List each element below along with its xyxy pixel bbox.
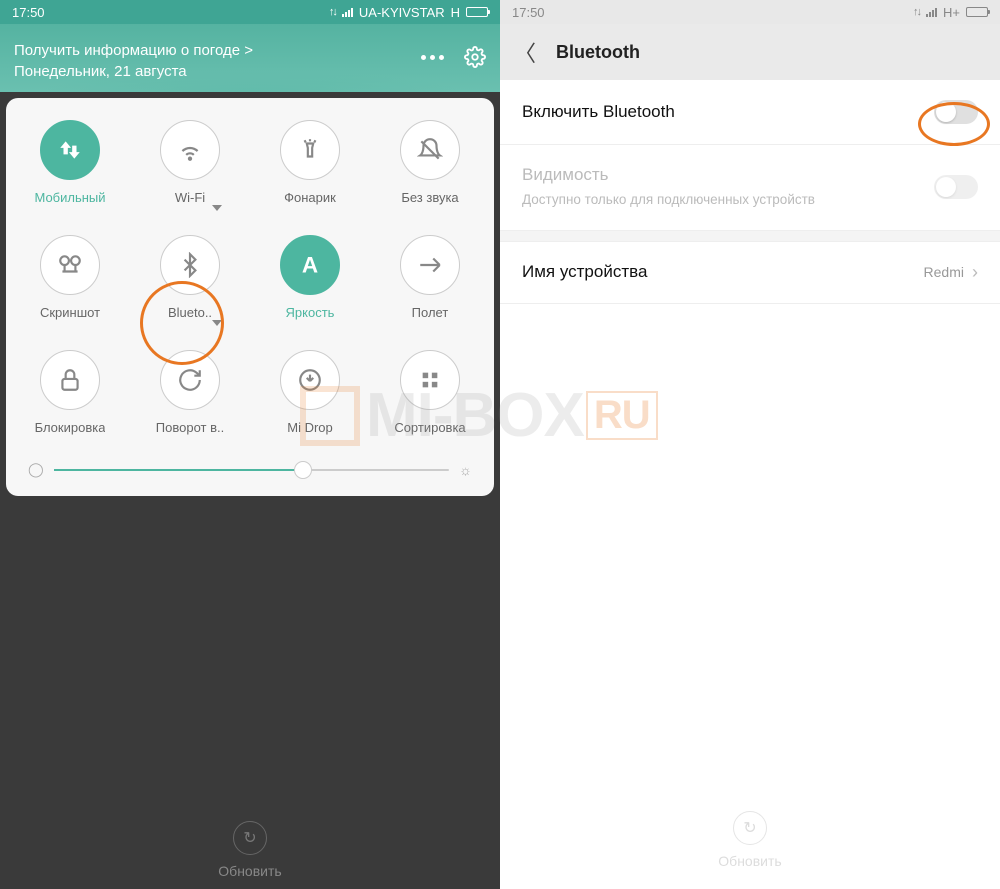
row-device-name[interactable]: Имя устройства Redmi › <box>500 242 1000 304</box>
qs-tile-data[interactable]: Мобильный <box>10 108 130 217</box>
qs-tile-label: Скриншот <box>40 305 100 320</box>
status-bar: 17:50 ↑↓ UA-KYIVSTAR H <box>0 0 500 24</box>
rotate-icon <box>160 350 220 410</box>
row-label: Видимость <box>522 165 922 185</box>
signal-icon <box>342 8 353 17</box>
more-icon[interactable] <box>421 55 444 60</box>
qs-tile-flashlight[interactable]: Фонарик <box>250 108 370 217</box>
qs-tile-grid[interactable]: Сортировка <box>370 338 490 447</box>
qs-tile-label: Поворот в.. <box>156 420 224 435</box>
row-enable-bluetooth[interactable]: Включить Bluetooth <box>500 80 1000 145</box>
qs-panel: Мобильный Wi-Fi Фонарик Без звука Скриншот Bl… <box>6 98 494 496</box>
status-time: 17:50 <box>12 5 45 20</box>
status-time: 17:50 <box>512 5 545 20</box>
refresh-icon[interactable]: ↻ <box>233 821 267 855</box>
status-bar: 17:50 ↑↓ H+ <box>500 0 1000 24</box>
qs-tile-label: Яркость <box>286 305 335 320</box>
qs-tile-label: Сортировка <box>394 420 465 435</box>
qs-tile-label: Полет <box>412 305 449 320</box>
qs-tile-brightness-a[interactable]: A Яркость <box>250 223 370 332</box>
row-value: Redmi <box>924 264 964 280</box>
refresh-label: Обновить <box>218 863 281 879</box>
brightness-slider[interactable]: ◯ ☼ <box>10 447 490 482</box>
svg-text:A: A <box>302 253 318 278</box>
visibility-toggle <box>934 175 978 199</box>
qs-tile-screenshot[interactable]: Скриншот <box>10 223 130 332</box>
signal-icon <box>926 8 937 17</box>
notification-area: ↻ Обновить <box>0 502 500 889</box>
brightness-high-icon: ☼ <box>459 462 472 478</box>
battery-icon <box>466 7 488 17</box>
qs-tile-lock[interactable]: Блокировка <box>10 338 130 447</box>
row-visibility: Видимость Доступно только для подключенн… <box>500 145 1000 230</box>
flashlight-icon <box>280 120 340 180</box>
refresh-section: ↻ Обновить <box>500 791 1000 889</box>
qs-tile-label: Мобильный <box>34 190 105 205</box>
weather-link[interactable]: Получить информацию о погоде > <box>14 42 421 59</box>
refresh-label: Обновить <box>718 853 781 869</box>
row-label: Включить Bluetooth <box>522 102 675 122</box>
battery-icon <box>966 7 988 17</box>
qs-header: Получить информацию о погоде > Понедельн… <box>0 24 500 92</box>
data-icon <box>40 120 100 180</box>
row-desc: Доступно только для подключенных устройс… <box>522 191 922 210</box>
qs-tile-wifi[interactable]: Wi-Fi <box>130 108 250 217</box>
qs-tile-label: Mi Drop <box>287 420 333 435</box>
brightness-a-icon: A <box>280 235 340 295</box>
qs-tile-midrop[interactable]: Mi Drop <box>250 338 370 447</box>
midrop-icon <box>280 350 340 410</box>
bluetooth-toggle[interactable] <box>934 100 978 124</box>
back-icon[interactable]: 〈 <box>514 36 536 68</box>
refresh-icon[interactable]: ↻ <box>733 811 767 845</box>
screenshot-icon <box>40 235 100 295</box>
qs-tile-label: Фонарик <box>284 190 336 205</box>
data-traffic-icon: ↑↓ <box>913 6 920 18</box>
qs-tile-label: Блокировка <box>35 420 106 435</box>
qs-tile-bluetooth[interactable]: Blueto.. <box>130 223 250 332</box>
bluetooth-icon <box>160 235 220 295</box>
qs-tile-label: Blueto.. <box>168 305 212 320</box>
qs-tile-label: Без звука <box>401 190 458 205</box>
grid-icon <box>400 350 460 410</box>
data-traffic-icon: ↑↓ <box>329 6 336 18</box>
settings-header: 〈 Bluetooth <box>500 24 1000 80</box>
quick-settings-screen: 17:50 ↑↓ UA-KYIVSTAR H Получить информац… <box>0 0 500 889</box>
wifi-icon <box>160 120 220 180</box>
section-divider <box>500 230 1000 242</box>
qs-tile-rotate[interactable]: Поворот в.. <box>130 338 250 447</box>
airplane-icon <box>400 235 460 295</box>
page-title: Bluetooth <box>556 42 640 63</box>
qs-tile-airplane[interactable]: Полет <box>370 223 490 332</box>
mute-icon <box>400 120 460 180</box>
chevron-right-icon: › <box>972 262 978 283</box>
lock-icon <box>40 350 100 410</box>
brightness-low-icon: ◯ <box>28 461 44 478</box>
carrier-label: UA-KYIVSTAR <box>359 5 445 20</box>
network-label: H <box>451 5 460 20</box>
bluetooth-settings-screen: 17:50 ↑↓ H+ 〈 Bluetooth Включить Bluetoo… <box>500 0 1000 889</box>
qs-tile-label: Wi-Fi <box>175 190 205 205</box>
qs-tile-mute[interactable]: Без звука <box>370 108 490 217</box>
network-label: H+ <box>943 5 960 20</box>
row-label: Имя устройства <box>522 262 647 282</box>
